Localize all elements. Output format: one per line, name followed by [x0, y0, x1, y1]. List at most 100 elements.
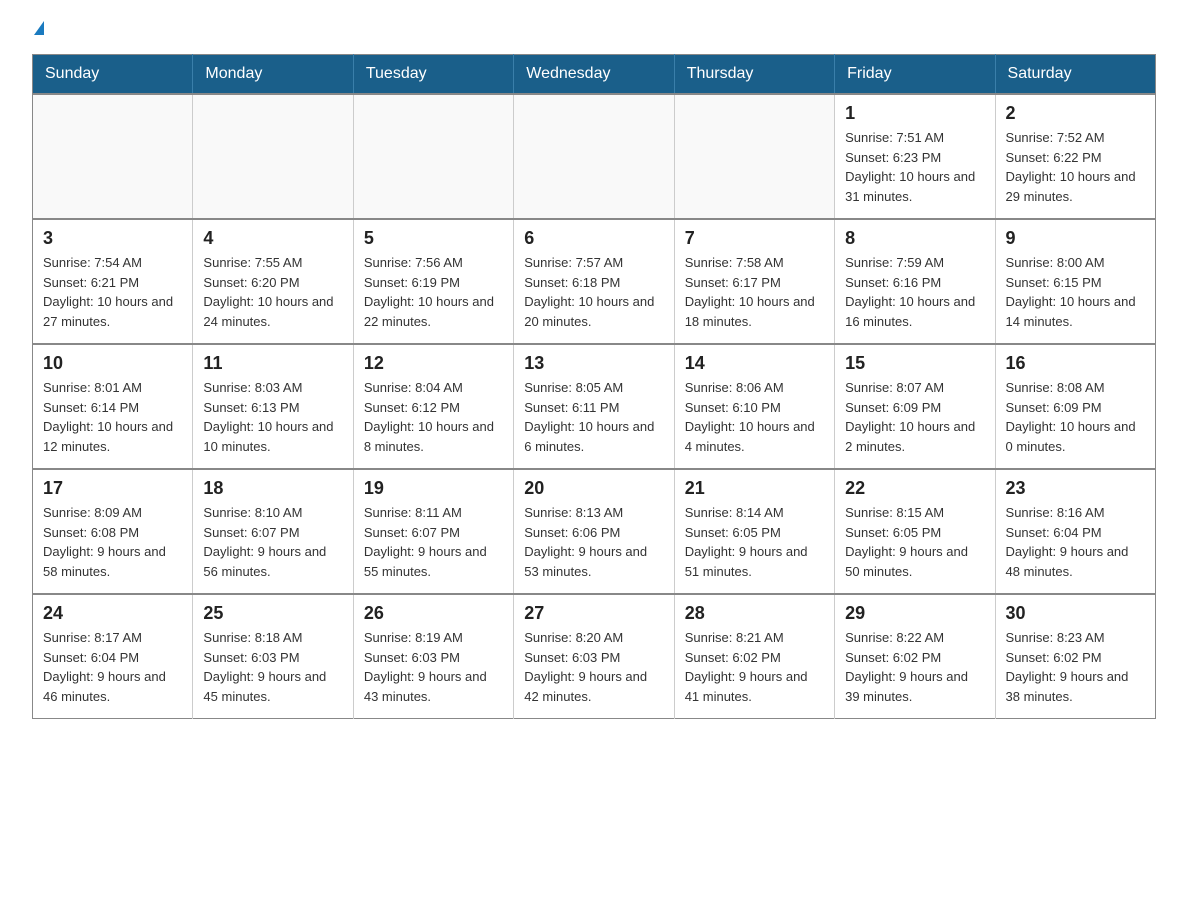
day-number: 3 — [43, 228, 182, 249]
calendar-cell: 22Sunrise: 8:15 AMSunset: 6:05 PMDayligh… — [835, 469, 995, 594]
calendar-cell: 21Sunrise: 8:14 AMSunset: 6:05 PMDayligh… — [674, 469, 834, 594]
day-info: Sunrise: 8:08 AMSunset: 6:09 PMDaylight:… — [1006, 378, 1145, 456]
day-info: Sunrise: 7:59 AMSunset: 6:16 PMDaylight:… — [845, 253, 984, 331]
day-number: 28 — [685, 603, 824, 624]
calendar-cell — [33, 94, 193, 219]
day-info: Sunrise: 8:22 AMSunset: 6:02 PMDaylight:… — [845, 628, 984, 706]
day-info: Sunrise: 7:51 AMSunset: 6:23 PMDaylight:… — [845, 128, 984, 206]
day-number: 26 — [364, 603, 503, 624]
weekday-header-monday: Monday — [193, 55, 353, 95]
day-number: 4 — [203, 228, 342, 249]
calendar-cell: 26 Sunrise: 8:19 AMSunset: 6:03 PMDayligh… — [353, 594, 513, 719]
calendar-cell: 25 Sunrise: 8:18 AMSunset: 6:03 PMDayligh… — [193, 594, 353, 719]
day-info: Sunrise: 8:15 AMSunset: 6:05 PMDaylight:… — [845, 503, 984, 581]
calendar-cell: 2Sunrise: 7:52 AMSunset: 6:22 PMDaylight… — [995, 94, 1155, 219]
day-number: 19 — [364, 478, 503, 499]
day-number: 14 — [685, 353, 824, 374]
calendar-cell: 29 Sunrise: 8:22 AMSunset: 6:02 PMDayligh… — [835, 594, 995, 719]
calendar-cell: 10 Sunrise: 8:01 AMSunset: 6:14 PMDayligh… — [33, 344, 193, 469]
day-info: Sunrise: 7:57 AMSunset: 6:18 PMDaylight:… — [524, 253, 663, 331]
day-info: Sunrise: 7:55 AMSunset: 6:20 PMDaylight:… — [203, 253, 342, 331]
day-info: Sunrise: 8:03 AMSunset: 6:13 PMDaylight:… — [203, 378, 342, 456]
calendar-cell — [674, 94, 834, 219]
calendar-cell: 19 Sunrise: 8:11 AMSunset: 6:07 PMDayligh… — [353, 469, 513, 594]
calendar-cell: 7Sunrise: 7:58 AMSunset: 6:17 PMDaylight… — [674, 219, 834, 344]
logo — [32, 24, 44, 38]
calendar-cell: 23 Sunrise: 8:16 AMSunset: 6:04 PMDayligh… — [995, 469, 1155, 594]
weekday-header-sunday: Sunday — [33, 55, 193, 95]
calendar-cell — [353, 94, 513, 219]
day-number: 5 — [364, 228, 503, 249]
calendar-cell: 24 Sunrise: 8:17 AMSunset: 6:04 PMDayligh… — [33, 594, 193, 719]
calendar-cell: 1 Sunrise: 7:51 AMSunset: 6:23 PMDaylight… — [835, 94, 995, 219]
day-number: 23 — [1006, 478, 1145, 499]
weekday-header-tuesday: Tuesday — [353, 55, 513, 95]
logo-triangle-icon — [34, 21, 44, 35]
day-info: Sunrise: 8:21 AMSunset: 6:02 PMDaylight:… — [685, 628, 824, 706]
day-number: 6 — [524, 228, 663, 249]
calendar-cell: 28 Sunrise: 8:21 AMSunset: 6:02 PMDayligh… — [674, 594, 834, 719]
day-info: Sunrise: 8:16 AMSunset: 6:04 PMDaylight:… — [1006, 503, 1145, 581]
day-info: Sunrise: 7:58 AMSunset: 6:17 PMDaylight:… — [685, 253, 824, 331]
day-number: 1 — [845, 103, 984, 124]
day-number: 16 — [1006, 353, 1145, 374]
calendar-cell: 16 Sunrise: 8:08 AMSunset: 6:09 PMDayligh… — [995, 344, 1155, 469]
day-info: Sunrise: 8:09 AMSunset: 6:08 PMDaylight:… — [43, 503, 182, 581]
day-number: 24 — [43, 603, 182, 624]
calendar-cell: 30 Sunrise: 8:23 AMSunset: 6:02 PMDayligh… — [995, 594, 1155, 719]
day-number: 27 — [524, 603, 663, 624]
day-number: 10 — [43, 353, 182, 374]
day-info: Sunrise: 8:00 AMSunset: 6:15 PMDaylight:… — [1006, 253, 1145, 331]
day-info: Sunrise: 7:56 AMSunset: 6:19 PMDaylight:… — [364, 253, 503, 331]
calendar-cell: 9 Sunrise: 8:00 AMSunset: 6:15 PMDaylight… — [995, 219, 1155, 344]
day-info: Sunrise: 8:10 AMSunset: 6:07 PMDaylight:… — [203, 503, 342, 581]
day-number: 21 — [685, 478, 824, 499]
calendar-cell: 18 Sunrise: 8:10 AMSunset: 6:07 PMDayligh… — [193, 469, 353, 594]
calendar-cell: 17 Sunrise: 8:09 AMSunset: 6:08 PMDayligh… — [33, 469, 193, 594]
day-info: Sunrise: 8:18 AMSunset: 6:03 PMDaylight:… — [203, 628, 342, 706]
day-info: Sunrise: 8:11 AMSunset: 6:07 PMDaylight:… — [364, 503, 503, 581]
day-info: Sunrise: 8:13 AMSunset: 6:06 PMDaylight:… — [524, 503, 663, 581]
calendar-week-row: 17 Sunrise: 8:09 AMSunset: 6:08 PMDayligh… — [33, 469, 1156, 594]
day-info: Sunrise: 8:04 AMSunset: 6:12 PMDaylight:… — [364, 378, 503, 456]
calendar-cell — [193, 94, 353, 219]
calendar-week-row: 10 Sunrise: 8:01 AMSunset: 6:14 PMDayligh… — [33, 344, 1156, 469]
day-number: 2 — [1006, 103, 1145, 124]
calendar-cell: 6 Sunrise: 7:57 AMSunset: 6:18 PMDaylight… — [514, 219, 674, 344]
day-number: 9 — [1006, 228, 1145, 249]
day-number: 12 — [364, 353, 503, 374]
day-number: 18 — [203, 478, 342, 499]
calendar-cell: 20 Sunrise: 8:13 AMSunset: 6:06 PMDayligh… — [514, 469, 674, 594]
day-info: Sunrise: 8:01 AMSunset: 6:14 PMDaylight:… — [43, 378, 182, 456]
calendar-cell: 13 Sunrise: 8:05 AMSunset: 6:11 PMDayligh… — [514, 344, 674, 469]
day-number: 25 — [203, 603, 342, 624]
day-number: 17 — [43, 478, 182, 499]
calendar-week-row: 24 Sunrise: 8:17 AMSunset: 6:04 PMDayligh… — [33, 594, 1156, 719]
calendar-cell: 15 Sunrise: 8:07 AMSunset: 6:09 PMDayligh… — [835, 344, 995, 469]
day-number: 29 — [845, 603, 984, 624]
weekday-header-row: SundayMondayTuesdayWednesdayThursdayFrid… — [33, 55, 1156, 95]
day-number: 20 — [524, 478, 663, 499]
weekday-header-wednesday: Wednesday — [514, 55, 674, 95]
day-number: 8 — [845, 228, 984, 249]
day-info: Sunrise: 8:17 AMSunset: 6:04 PMDaylight:… — [43, 628, 182, 706]
calendar-table: SundayMondayTuesdayWednesdayThursdayFrid… — [32, 54, 1156, 719]
weekday-header-saturday: Saturday — [995, 55, 1155, 95]
day-number: 15 — [845, 353, 984, 374]
calendar-cell: 27 Sunrise: 8:20 AMSunset: 6:03 PMDayligh… — [514, 594, 674, 719]
weekday-header-thursday: Thursday — [674, 55, 834, 95]
page-header — [32, 24, 1156, 38]
day-number: 13 — [524, 353, 663, 374]
calendar-cell: 12 Sunrise: 8:04 AMSunset: 6:12 PMDayligh… — [353, 344, 513, 469]
day-info: Sunrise: 8:07 AMSunset: 6:09 PMDaylight:… — [845, 378, 984, 456]
day-info: Sunrise: 8:05 AMSunset: 6:11 PMDaylight:… — [524, 378, 663, 456]
day-info: Sunrise: 8:19 AMSunset: 6:03 PMDaylight:… — [364, 628, 503, 706]
day-info: Sunrise: 8:20 AMSunset: 6:03 PMDaylight:… — [524, 628, 663, 706]
calendar-cell: 11Sunrise: 8:03 AMSunset: 6:13 PMDayligh… — [193, 344, 353, 469]
day-info: Sunrise: 8:06 AMSunset: 6:10 PMDaylight:… — [685, 378, 824, 456]
day-info: Sunrise: 7:54 AMSunset: 6:21 PMDaylight:… — [43, 253, 182, 331]
day-number: 30 — [1006, 603, 1145, 624]
calendar-week-row: 3 Sunrise: 7:54 AMSunset: 6:21 PMDaylight… — [33, 219, 1156, 344]
day-info: Sunrise: 8:23 AMSunset: 6:02 PMDaylight:… — [1006, 628, 1145, 706]
weekday-header-friday: Friday — [835, 55, 995, 95]
